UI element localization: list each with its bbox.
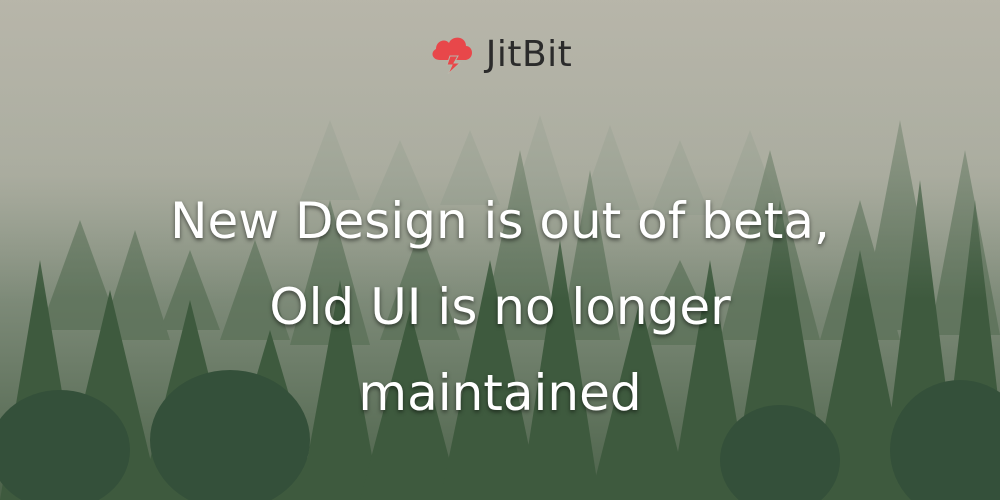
headline-line-3: maintained — [358, 364, 642, 422]
headline-line-2: Old UI is no longer — [269, 278, 731, 336]
brand-logo-inner: JitBit — [428, 30, 573, 78]
cloud-lightning-icon — [428, 30, 476, 78]
announcement-headline: New Design is out of beta, Old UI is no … — [0, 178, 1000, 436]
brand-name: JitBit — [485, 33, 573, 75]
headline-line-1: New Design is out of beta, — [170, 192, 830, 250]
brand-logo[interactable]: JitBit — [0, 30, 1000, 78]
